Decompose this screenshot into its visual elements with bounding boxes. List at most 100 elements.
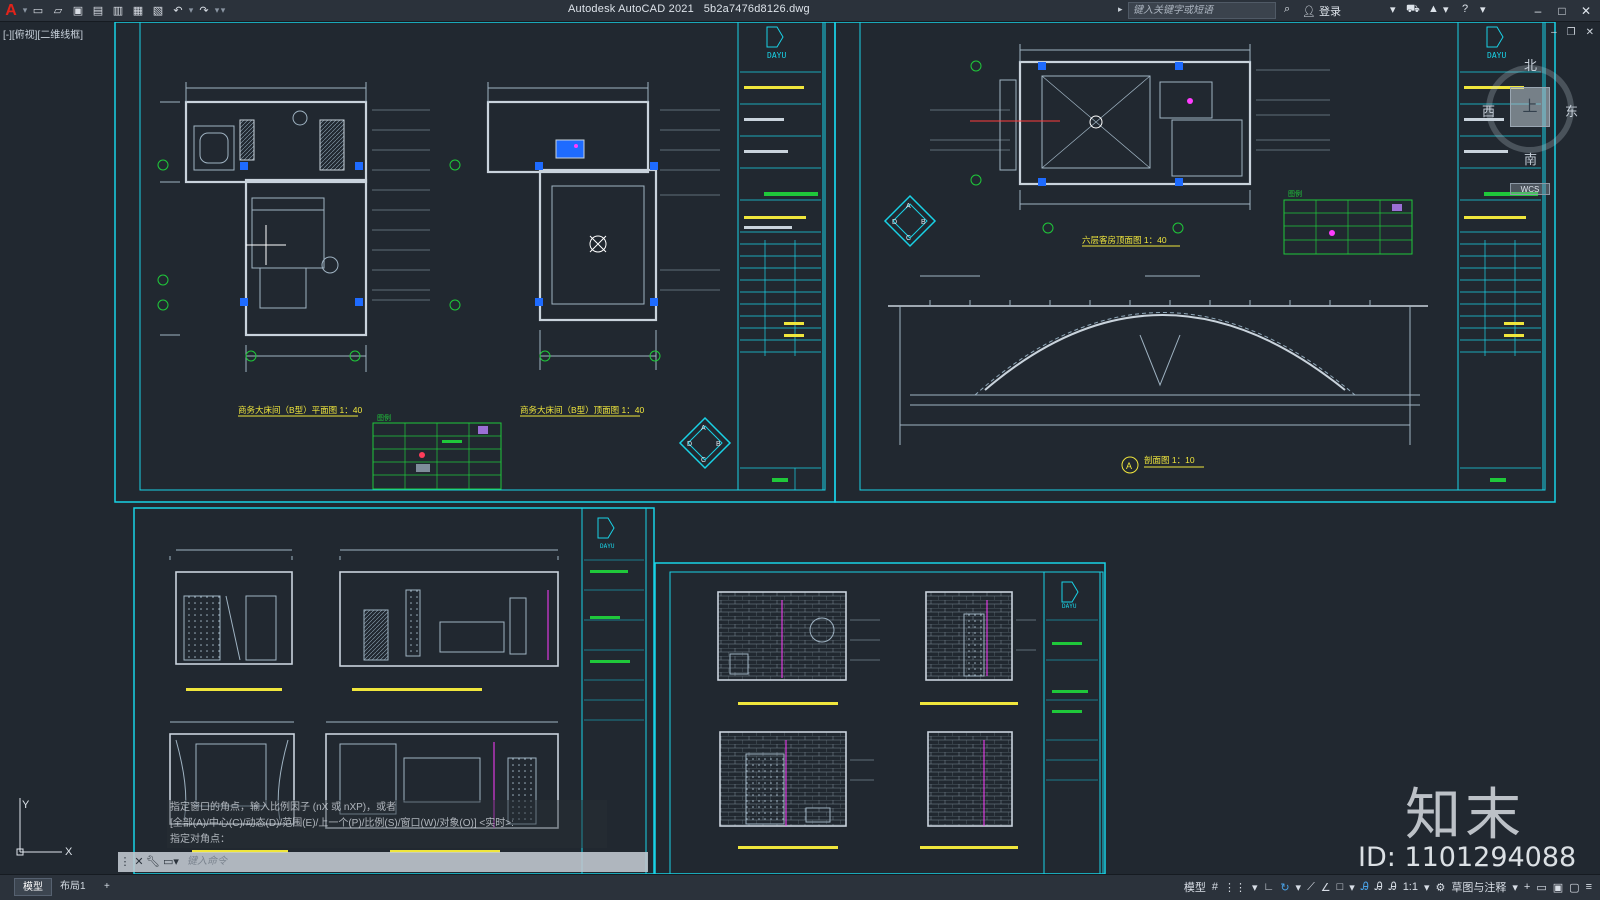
object-snap-dropdown-icon[interactable]: ▾: [1349, 881, 1355, 894]
tab-model[interactable]: 模型: [14, 878, 52, 896]
ceiling-plan-accents: 商务大床间（B型）顶面图 1：40: [449, 144, 661, 417]
viewport-restore-icon[interactable]: ❐: [1567, 27, 1576, 38]
model-space-toggle[interactable]: 模型: [1184, 879, 1206, 895]
search-input[interactable]: 键入关键字或短语: [1128, 2, 1276, 19]
units-icon[interactable]: ▭: [1536, 881, 1546, 894]
recent-commands-icon[interactable]: ▭▾: [160, 852, 182, 872]
polar-tracking-icon[interactable]: ↻: [1280, 881, 1289, 894]
autocad-logo-icon[interactable]: A: [0, 0, 22, 22]
open-from-web-icon[interactable]: ▥: [110, 3, 126, 19]
title-block-top-left-text: DAYU: [744, 26, 818, 482]
svg-text:A: A: [906, 203, 911, 210]
viewcube-top-face[interactable]: 上: [1510, 87, 1550, 127]
sixth-floor-ceiling-plan: [930, 44, 1330, 210]
firm-name-bottom-right: DAYU: [1062, 603, 1077, 610]
viewcube[interactable]: 上 北 南 东 西 WCS: [1480, 55, 1580, 195]
customize-wrench-icon[interactable]: 🔧︎: [146, 852, 160, 872]
autodesk-account-icon[interactable]: ▲: [1428, 3, 1439, 15]
workspace-dropdown-icon[interactable]: ▾: [1512, 881, 1518, 894]
title-block-top-left: [740, 71, 821, 490]
object-snap-icon[interactable]: □: [1337, 881, 1344, 893]
command-line-grip-icon[interactable]: ⋮: [118, 852, 132, 872]
sixth-floor-plan-title: 六层客房顶面图 1：40: [1082, 235, 1167, 245]
status-toolbar: 模型 # ⋮⋮ ▾ ∟ ↻ ▾ ⟋ ∠ □ ▾ Ꭿ Ꭿ Ꭿ 1:1 ▾ ⚙ 草图…: [1184, 879, 1592, 895]
object-snap-tracking-icon[interactable]: ∠: [1321, 881, 1331, 894]
undo-icon[interactable]: ↶: [170, 3, 186, 19]
model-space-canvas[interactable]: DAYU DAYU 商务大床间（B型）平面图 1：40 商务大床间（B型）顶面图…: [0, 21, 1600, 875]
app-name: Autodesk AutoCAD 2021: [568, 3, 694, 15]
customize-quick-access-icon[interactable]: ▾: [220, 5, 226, 16]
save-as-icon[interactable]: ▤: [90, 3, 106, 19]
compass-east[interactable]: 东: [1565, 101, 1578, 120]
isometric-icon[interactable]: ⟋: [1307, 881, 1315, 894]
svg-text:B: B: [716, 441, 721, 448]
maximize-button[interactable]: □: [1552, 2, 1572, 20]
clean-screen-icon[interactable]: ▢: [1569, 881, 1579, 894]
direction-marker-top-right: A B C D: [883, 194, 937, 248]
svg-text:D: D: [687, 441, 692, 448]
compass-south[interactable]: 南: [1524, 149, 1537, 168]
undo-dropdown-icon[interactable]: ▾: [188, 5, 194, 16]
sign-in-button[interactable]: 👤︎ 登录: [1302, 3, 1341, 19]
command-history: 指定窗口的角点，输入比例因子 (nX 或 nXP)，或者 [全部(A)/中心(C…: [167, 800, 607, 848]
title-block-bottom-left: DAYU: [584, 517, 644, 721]
snap-mode-icon[interactable]: ⋮⋮: [1224, 881, 1246, 894]
viewport-controls-label[interactable]: [-][俯视][二维线框]: [3, 26, 83, 41]
ceiling-plan-b-type: [486, 82, 720, 370]
close-button[interactable]: ✕: [1576, 2, 1596, 20]
wcs-menu[interactable]: WCS: [1510, 183, 1550, 195]
polar-dropdown-icon[interactable]: ▾: [1296, 881, 1302, 894]
open-file-icon[interactable]: ▱: [50, 3, 66, 19]
save-icon[interactable]: ▣: [70, 3, 86, 19]
legend-title-top-left: 图例: [377, 413, 391, 422]
snap-dropdown-icon[interactable]: ▾: [1252, 881, 1258, 894]
search-expand-icon[interactable]: ▸: [1118, 4, 1123, 15]
sign-in-dropdown-icon[interactable]: ▾: [1390, 3, 1396, 16]
annotation-scale-value[interactable]: 1:1: [1403, 881, 1418, 893]
workspace-switch[interactable]: 草图与注释: [1451, 879, 1506, 895]
ucs-icon: Y X: [16, 798, 73, 858]
auto-scale-icon[interactable]: Ꭿ: [1375, 881, 1383, 894]
compass-west[interactable]: 西: [1482, 101, 1495, 120]
command-history-line: [全部(A)/中心(C)/动态(D)/范围(E)/上一个(P)/比例(S)/窗口…: [167, 816, 607, 832]
annotation-scale-icon[interactable]: Ꭿ: [1389, 881, 1397, 894]
compass-north[interactable]: 北: [1524, 55, 1537, 74]
workspace-gear-icon[interactable]: ⚙: [1436, 881, 1446, 894]
ucs-y-label: Y: [22, 799, 30, 811]
search-icon[interactable]: ⌕: [1284, 3, 1290, 16]
annotation-visibility-icon[interactable]: Ꭿ: [1361, 881, 1369, 894]
app-menu-dropdown-icon[interactable]: ▾: [22, 5, 28, 16]
plot-icon[interactable]: ▧: [150, 3, 166, 19]
isolate-objects-icon[interactable]: ▣: [1553, 881, 1563, 894]
autodesk-app-store-icon[interactable]: ⛟: [1406, 3, 1420, 17]
command-line-close-icon[interactable]: ✕: [132, 852, 146, 872]
user-icon: 👤︎: [1302, 5, 1316, 18]
grid-icon[interactable]: #: [1212, 881, 1218, 893]
ortho-mode-icon[interactable]: ∟: [1264, 881, 1275, 893]
command-history-line: 指定对角点：: [167, 832, 607, 848]
new-file-icon[interactable]: ▭: [30, 3, 46, 19]
tab-layout1[interactable]: 布局1: [52, 878, 94, 896]
account-dropdown-icon[interactable]: ▾: [1443, 3, 1449, 16]
window-title: Autodesk AutoCAD 2021 5b2a7476d8126.dwg: [568, 3, 810, 15]
sign-in-label: 登录: [1319, 6, 1342, 18]
scale-dropdown-icon[interactable]: ▾: [1424, 881, 1430, 894]
help-dropdown-icon[interactable]: ▾: [1480, 3, 1486, 16]
svg-text:C: C: [906, 235, 911, 242]
command-history-line: 指定窗口的角点，输入比例因子 (nX 或 nXP)，或者: [167, 800, 607, 816]
save-to-web-icon[interactable]: ▦: [130, 3, 146, 19]
annotation-monitor-icon[interactable]: +: [1524, 881, 1530, 893]
add-layout-icon[interactable]: +: [96, 878, 118, 896]
viewport-minimize-icon[interactable]: –: [1551, 27, 1557, 38]
command-input[interactable]: 键入命令: [182, 854, 648, 870]
minimize-button[interactable]: –: [1528, 2, 1548, 20]
watermark-id: ID: 1101294088: [1358, 842, 1577, 873]
drawing-area[interactable]: DAYU DAYU 商务大床间（B型）平面图 1：40 商务大床间（B型）顶面图…: [0, 21, 1600, 875]
title-bar: A ▾ ▭ ▱ ▣ ▤ ▥ ▦ ▧ ↶ ▾ ↷ ▾ ▾ Autodesk Aut…: [0, 0, 1600, 22]
ceiling-plan-title: 商务大床间（B型）顶面图 1：40: [520, 405, 644, 415]
help-icon[interactable]: ?: [1462, 3, 1468, 15]
viewport-close-icon[interactable]: ✕: [1586, 27, 1594, 38]
autocad-window: A ▾ ▭ ▱ ▣ ▤ ▥ ▦ ▧ ↶ ▾ ↷ ▾ ▾ Autodesk Aut…: [0, 0, 1600, 900]
redo-icon[interactable]: ↷: [196, 3, 212, 19]
customization-menu-icon[interactable]: ≡: [1586, 881, 1592, 893]
